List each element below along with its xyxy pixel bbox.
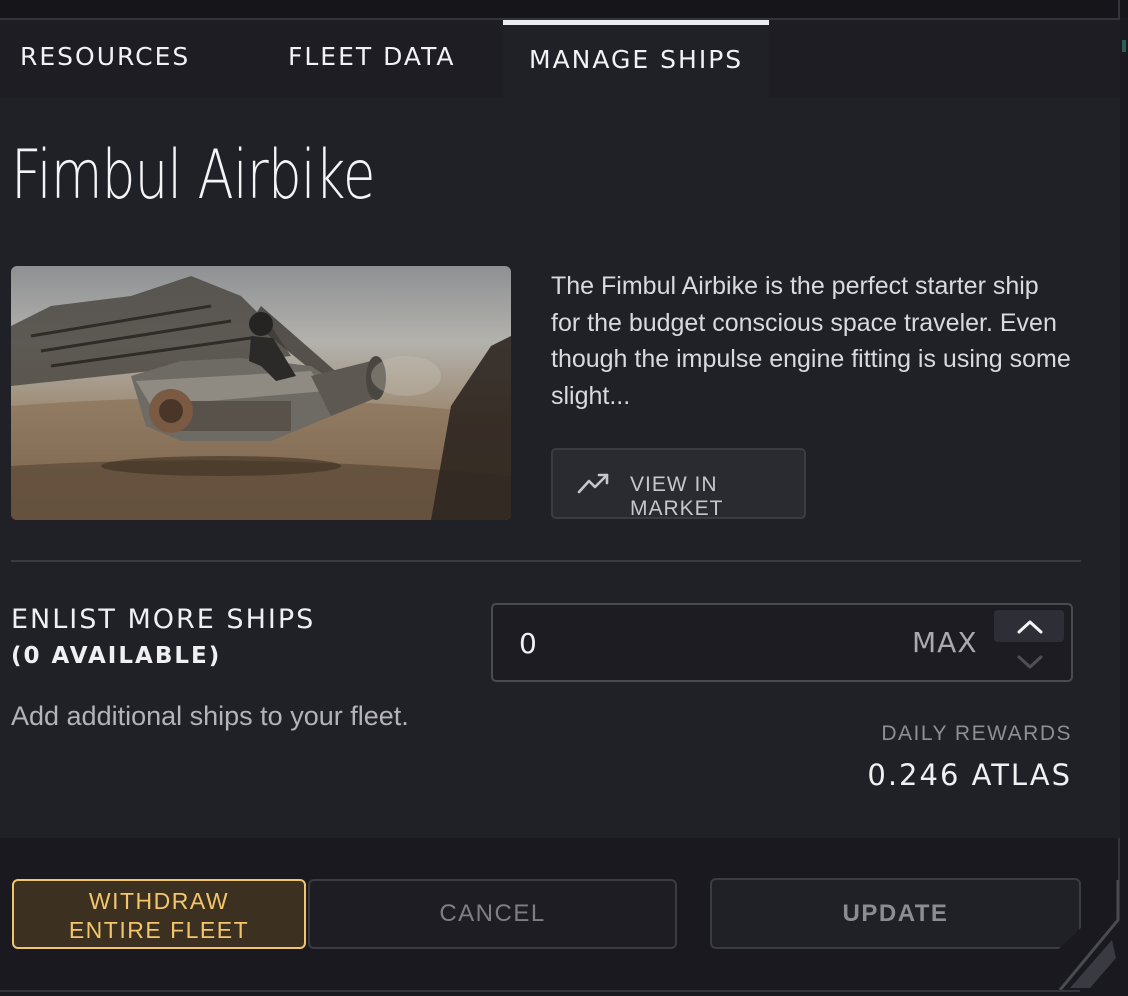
tab-resources[interactable]: RESOURCES	[0, 20, 230, 98]
cancel-button[interactable]: CANCEL	[308, 879, 677, 949]
enlist-heading: ENLIST MORE SHIPS	[11, 604, 316, 635]
tab-resources-label: RESOURCES	[20, 42, 191, 71]
daily-rewards-value: 0.246 ATLAS	[867, 758, 1072, 792]
decrement-button[interactable]	[994, 645, 1064, 677]
tab-manage-ships[interactable]: MANAGE SHIPS	[503, 20, 769, 98]
ship-title: Fimbul Airbike	[11, 136, 375, 215]
chevron-up-icon	[1017, 620, 1043, 634]
increment-button[interactable]	[994, 610, 1064, 642]
update-button[interactable]: UPDATE	[710, 878, 1081, 949]
tab-bar: RESOURCES FLEET DATA MANAGE SHIPS	[0, 20, 1120, 98]
section-divider	[11, 560, 1081, 562]
quantity-input[interactable]: 0	[519, 627, 537, 660]
tab-fleet-data[interactable]: FLEET DATA	[262, 20, 492, 98]
withdraw-fleet-button[interactable]: WITHDRAW ENTIRE FLEET	[12, 879, 306, 949]
ship-image	[11, 266, 511, 520]
active-tab-indicator	[503, 20, 769, 25]
withdraw-label-line1: WITHDRAW	[88, 888, 230, 914]
chevron-down-icon	[1017, 655, 1043, 669]
withdraw-label-line2: ENTIRE FLEET	[68, 917, 250, 943]
bottom-border	[0, 990, 1080, 992]
enlist-available-count: (0 AVAILABLE)	[11, 643, 222, 669]
scroll-accent	[1122, 40, 1126, 52]
top-strip	[0, 0, 1128, 18]
tab-manage-ships-label: MANAGE SHIPS	[529, 45, 744, 74]
corner-decoration	[1058, 880, 1120, 990]
view-in-market-button[interactable]: VIEW IN MARKET	[551, 448, 806, 520]
quantity-stepper[interactable]: 0 MAX	[491, 603, 1073, 682]
enlist-subtitle: Add additional ships to your fleet.	[11, 701, 409, 731]
ship-description: The Fimbul Airbike is the perfect starte…	[551, 272, 1071, 410]
view-in-market-label: VIEW IN MARKET	[630, 473, 724, 520]
max-button[interactable]: MAX	[912, 626, 978, 659]
daily-rewards-label: DAILY REWARDS	[881, 722, 1072, 745]
tab-fleet-data-label: FLEET DATA	[288, 42, 456, 71]
ship-illustration	[11, 276, 511, 520]
trending-up-icon	[577, 470, 611, 500]
